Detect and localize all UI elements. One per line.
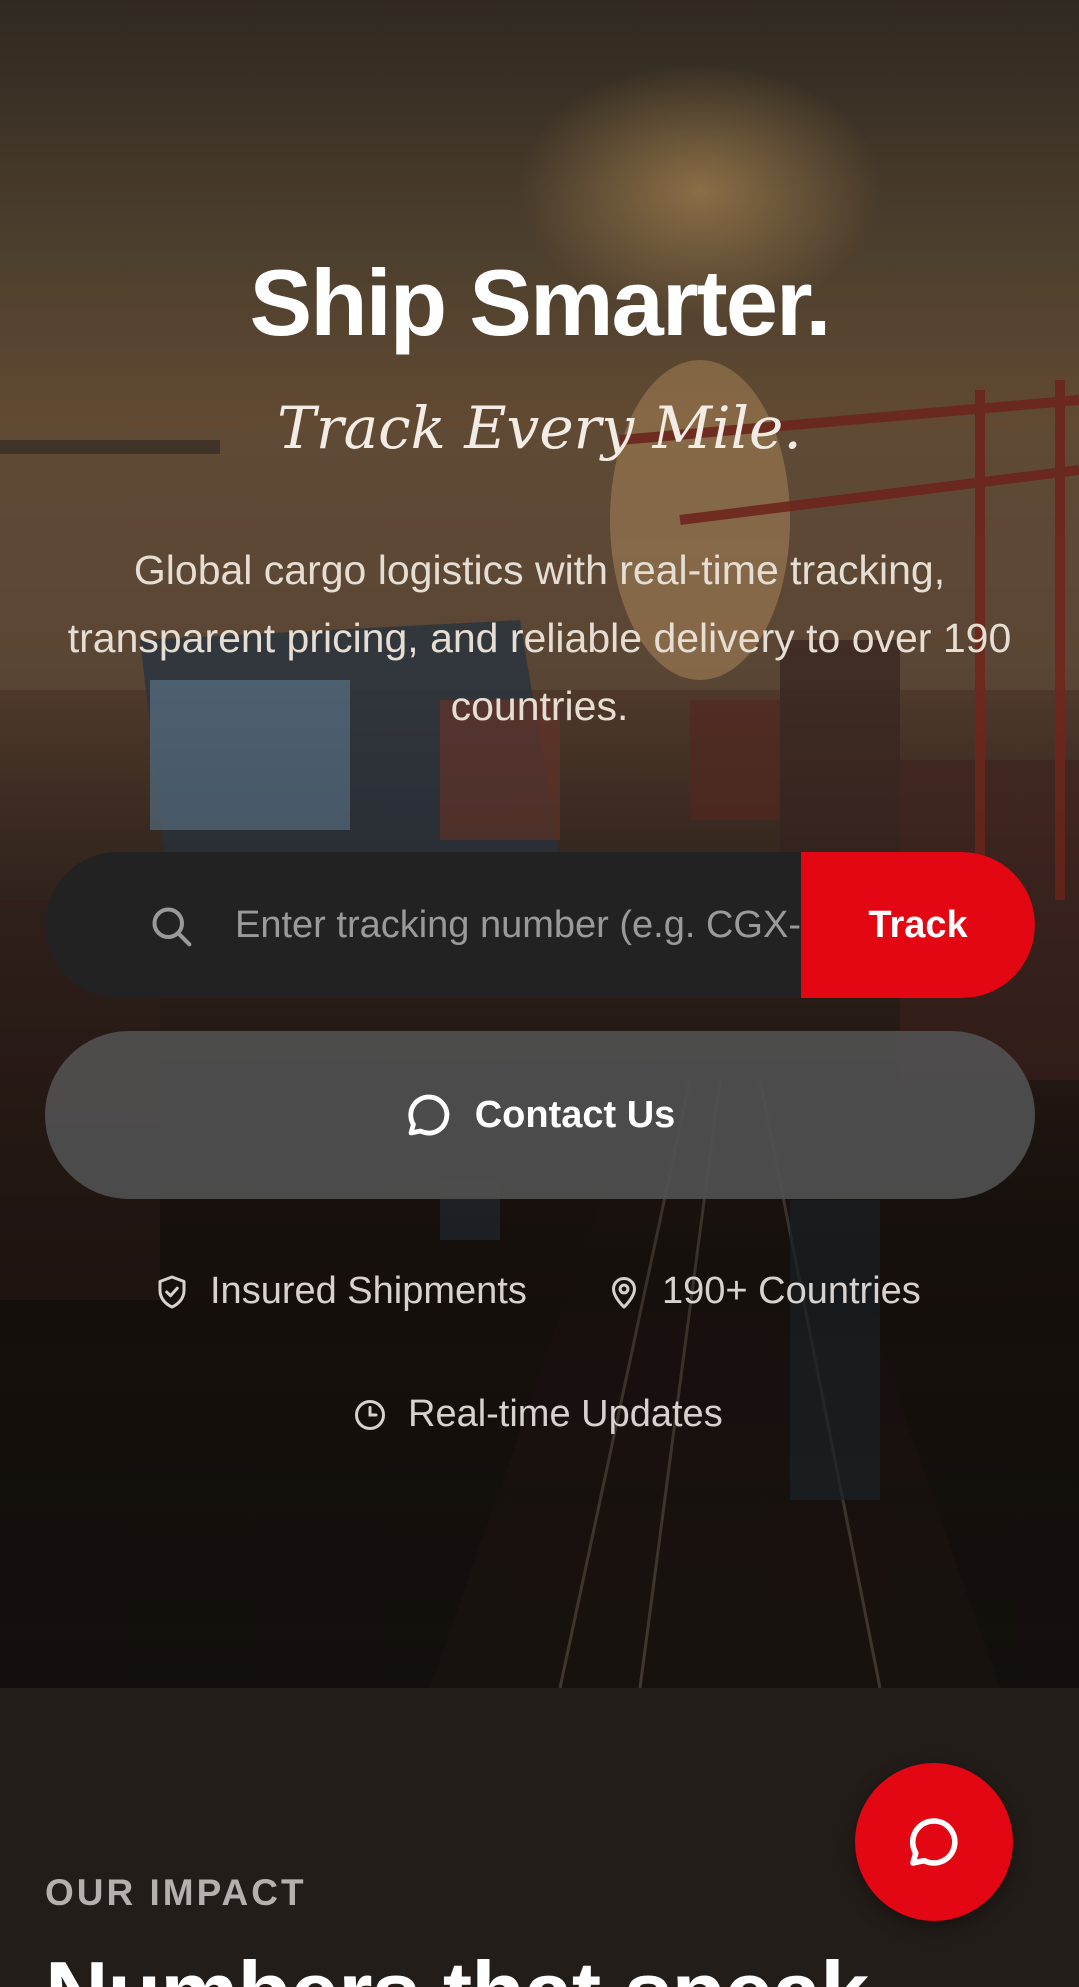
contact-us-button[interactable]: Contact Us — [45, 1031, 1035, 1199]
hero-subtitle: Track Every Mile. — [277, 394, 802, 462]
feature-label: Real-time Updates — [408, 1393, 723, 1435]
feature-real-time-updates: Real-time Updates — [352, 1393, 723, 1436]
feature-countries: 190+ Countries — [606, 1270, 921, 1313]
map-pin-icon — [612, 1276, 636, 1308]
shield-check-icon — [158, 1275, 186, 1308]
hero-section: Ship Smarter. Track Every Mile. Global c… — [0, 0, 1079, 1688]
search-icon — [152, 907, 192, 947]
chat-bubble-icon — [909, 1818, 958, 1866]
feature-label: Insured Shipments — [210, 1270, 527, 1312]
chat-bubble-icon — [408, 1094, 449, 1136]
chat-fab-button[interactable] — [855, 1763, 1013, 1921]
clock-icon — [355, 1399, 385, 1430]
feature-insured-shipments: Insured Shipments — [154, 1270, 527, 1313]
contact-us-label: Contact Us — [474, 1093, 676, 1136]
hero-description: Global cargo logistics with real-time tr… — [67, 547, 1012, 729]
impact-title: Numbers that speak — [45, 1942, 869, 1987]
tracking-search-bar: Track — [45, 852, 1035, 998]
hero-title: Ship Smarter. — [249, 250, 832, 355]
tracking-number-input[interactable] — [233, 888, 845, 962]
track-button[interactable]: Track — [801, 852, 1035, 998]
impact-eyebrow: OUR IMPACT — [45, 1872, 307, 1913]
feature-label: 190+ Countries — [662, 1270, 921, 1312]
